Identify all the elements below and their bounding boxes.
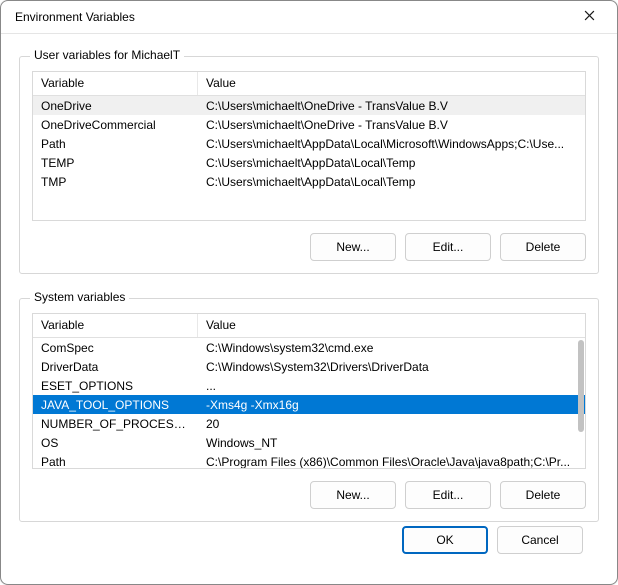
cancel-button[interactable]: Cancel (497, 526, 583, 554)
system-delete-button[interactable]: Delete (500, 481, 586, 509)
env-vars-dialog: Environment Variables User variables for… (0, 0, 618, 585)
cell-value: C:\Users\michaelt\OneDrive - TransValue … (198, 118, 585, 132)
close-icon (584, 10, 595, 24)
col-header-variable[interactable]: Variable (33, 72, 198, 95)
user-variables-group: User variables for MichaelT Variable Val… (19, 56, 599, 274)
table-row[interactable]: PathC:\Program Files (x86)\Common Files\… (33, 452, 585, 468)
window-title: Environment Variables (15, 10, 571, 24)
user-new-button[interactable]: New... (310, 233, 396, 261)
system-table-body: ComSpecC:\Windows\system32\cmd.exeDriver… (33, 338, 585, 468)
table-row[interactable]: ComSpecC:\Windows\system32\cmd.exe (33, 338, 585, 357)
cell-value: Windows_NT (198, 436, 585, 450)
table-row[interactable]: TEMPC:\Users\michaelt\AppData\Local\Temp (33, 153, 585, 172)
table-row[interactable]: JAVA_TOOL_OPTIONS-Xms4g -Xmx16g (33, 395, 585, 414)
user-variables-table[interactable]: Variable Value OneDriveC:\Users\michaelt… (32, 71, 586, 221)
user-table-body: OneDriveC:\Users\michaelt\OneDrive - Tra… (33, 96, 585, 220)
system-scrollbar[interactable] (578, 340, 584, 466)
system-group-label: System variables (30, 290, 129, 304)
col-header-variable[interactable]: Variable (33, 314, 198, 337)
table-row[interactable]: ESET_OPTIONS ... (33, 376, 585, 395)
cell-value: 20 (198, 417, 585, 431)
table-row[interactable]: TMPC:\Users\michaelt\AppData\Local\Temp (33, 172, 585, 191)
cell-variable: OneDriveCommercial (33, 118, 198, 132)
table-row[interactable]: PathC:\Users\michaelt\AppData\Local\Micr… (33, 134, 585, 153)
cell-variable: NUMBER_OF_PROCESSORS (33, 417, 198, 431)
cell-value: C:\Users\michaelt\AppData\Local\Microsof… (198, 137, 585, 151)
system-variables-group: System variables Variable Value ComSpecC… (19, 298, 599, 522)
cell-value: C:\Windows\System32\Drivers\DriverData (198, 360, 585, 374)
cell-value: C:\Users\michaelt\AppData\Local\Temp (198, 175, 585, 189)
dialog-body: User variables for MichaelT Variable Val… (1, 34, 617, 584)
system-new-button[interactable]: New... (310, 481, 396, 509)
dialog-footer: OK Cancel (19, 522, 599, 572)
cell-variable: JAVA_TOOL_OPTIONS (33, 398, 198, 412)
table-row[interactable]: OSWindows_NT (33, 433, 585, 452)
cell-value: C:\Program Files (x86)\Common Files\Orac… (198, 455, 585, 469)
cell-value: -Xms4g -Xmx16g (198, 398, 585, 412)
user-delete-button[interactable]: Delete (500, 233, 586, 261)
cell-value: ... (198, 379, 585, 393)
user-edit-button[interactable]: Edit... (405, 233, 491, 261)
ok-button[interactable]: OK (402, 526, 488, 554)
cell-variable: OS (33, 436, 198, 450)
user-table-header: Variable Value (33, 72, 585, 96)
cell-variable: DriverData (33, 360, 198, 374)
cell-variable: Path (33, 137, 198, 151)
titlebar: Environment Variables (1, 1, 617, 34)
table-row[interactable]: DriverDataC:\Windows\System32\Drivers\Dr… (33, 357, 585, 376)
user-group-label: User variables for MichaelT (30, 48, 184, 62)
cell-variable: ComSpec (33, 341, 198, 355)
cell-variable: ESET_OPTIONS (33, 379, 198, 393)
cell-variable: OneDrive (33, 99, 198, 113)
cell-variable: Path (33, 455, 198, 469)
system-button-row: New... Edit... Delete (32, 481, 586, 509)
cell-variable: TMP (33, 175, 198, 189)
table-row[interactable]: OneDriveCommercialC:\Users\michaelt\OneD… (33, 115, 585, 134)
cell-variable: TEMP (33, 156, 198, 170)
table-row[interactable]: NUMBER_OF_PROCESSORS20 (33, 414, 585, 433)
col-header-value[interactable]: Value (198, 314, 585, 337)
col-header-value[interactable]: Value (198, 72, 585, 95)
scrollbar-thumb[interactable] (578, 340, 584, 432)
cell-value: C:\Users\michaelt\OneDrive - TransValue … (198, 99, 585, 113)
table-row[interactable]: OneDriveC:\Users\michaelt\OneDrive - Tra… (33, 96, 585, 115)
group-spacer (19, 274, 599, 290)
cell-value: C:\Users\michaelt\AppData\Local\Temp (198, 156, 585, 170)
cell-value: C:\Windows\system32\cmd.exe (198, 341, 585, 355)
user-button-row: New... Edit... Delete (32, 233, 586, 261)
close-button[interactable] (571, 3, 607, 31)
system-variables-table[interactable]: Variable Value ComSpecC:\Windows\system3… (32, 313, 586, 469)
system-table-header: Variable Value (33, 314, 585, 338)
system-edit-button[interactable]: Edit... (405, 481, 491, 509)
